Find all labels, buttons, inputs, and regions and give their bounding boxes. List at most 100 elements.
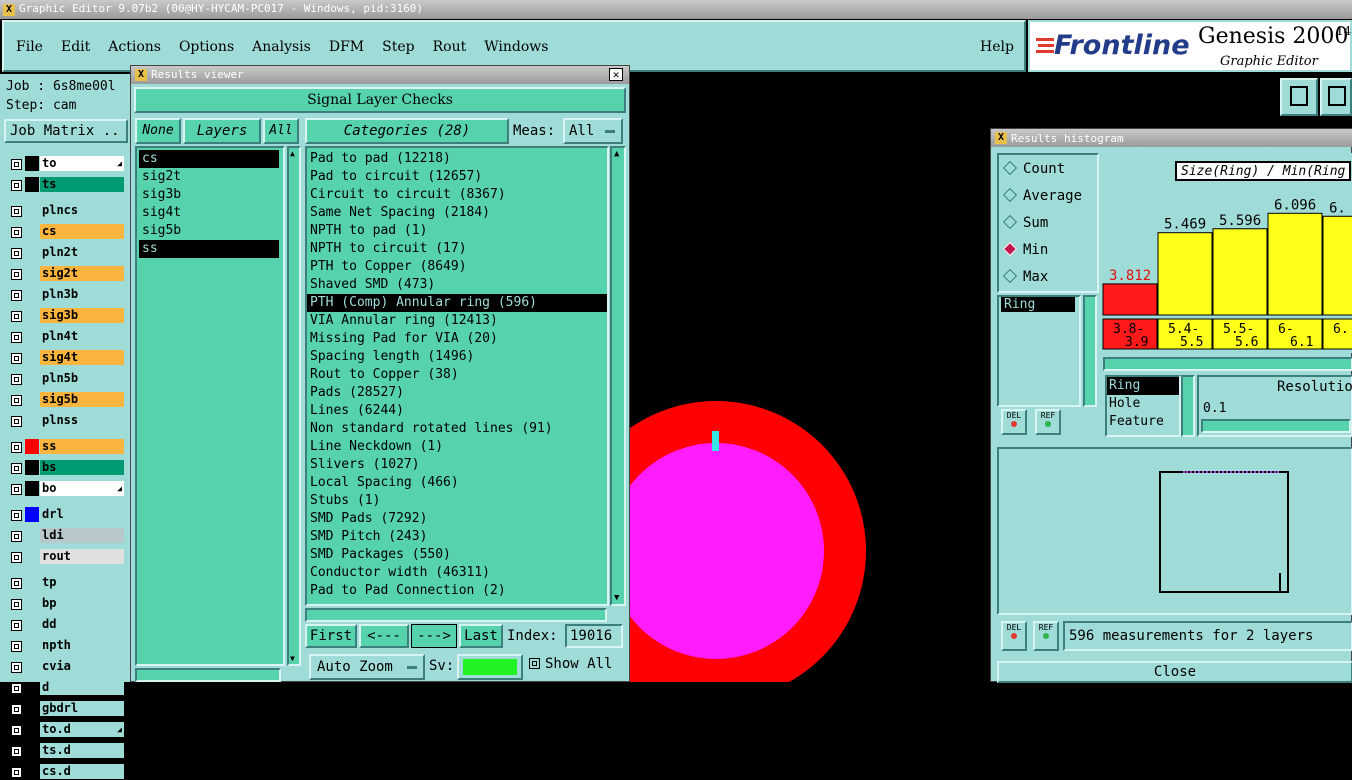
layer-row-ts.d[interactable]: ts.d xyxy=(8,743,124,759)
last-button[interactable]: Last xyxy=(459,624,503,648)
scroll-up-arrow-icon[interactable]: ▲ xyxy=(614,149,619,159)
result-layer-item[interactable]: sig5b xyxy=(139,222,279,240)
menu-step[interactable]: Step xyxy=(382,39,414,55)
layer-list-scrollbar[interactable]: ▲ ▼ xyxy=(287,146,301,666)
layer-checkbox[interactable] xyxy=(11,725,22,736)
layer-color-swatch[interactable] xyxy=(25,439,39,454)
layer-name[interactable]: pln3b xyxy=(40,287,124,302)
menu-rout[interactable]: Rout xyxy=(433,39,467,55)
layer-checkbox[interactable] xyxy=(11,662,22,673)
layer-name[interactable]: to xyxy=(40,156,124,171)
histogram-list-scrollbar[interactable] xyxy=(1083,295,1097,407)
layer-name[interactable]: pln4t xyxy=(40,329,124,344)
scroll-down-arrow-icon[interactable]: ▼ xyxy=(614,593,619,603)
layer-row-pln2t[interactable]: pln2t xyxy=(8,245,124,261)
category-list[interactable]: Pad to pad (12218) Pad to circuit (12657)… xyxy=(305,146,609,606)
histogram-bar[interactable] xyxy=(1322,215,1352,316)
layer-name[interactable]: ss xyxy=(40,439,124,454)
layer-row-plnss[interactable]: plnss xyxy=(8,413,124,429)
field-item[interactable]: Hole xyxy=(1107,395,1179,413)
layer-row-cs.d[interactable]: cs.d xyxy=(8,764,124,780)
layer-row-rout[interactable]: rout xyxy=(8,549,124,565)
layer-name[interactable]: to.d xyxy=(40,722,124,737)
menu-file[interactable]: File xyxy=(16,39,43,55)
categories-button[interactable]: Categories (28) xyxy=(305,118,509,144)
layer-name[interactable]: d xyxy=(40,680,124,695)
histogram-bar[interactable] xyxy=(1212,228,1268,316)
layer-checkbox[interactable] xyxy=(11,227,22,238)
category-item[interactable]: Non standard rotated lines (91) xyxy=(307,420,607,438)
layers-button[interactable]: Layers xyxy=(183,118,261,144)
layer-checkbox[interactable] xyxy=(11,290,22,301)
category-item[interactable]: SMD Packages (550) xyxy=(307,546,607,564)
layer-name[interactable]: npth xyxy=(40,638,124,653)
layer-name[interactable]: plnss xyxy=(40,413,124,428)
layer-row-drl[interactable]: drl xyxy=(8,507,124,523)
menu-actions[interactable]: Actions xyxy=(108,39,161,55)
result-layer-item[interactable]: sig2t xyxy=(139,168,279,186)
layer-checkbox[interactable] xyxy=(11,641,22,652)
meas-select[interactable]: All xyxy=(563,118,623,144)
layer-row-bo[interactable]: bo xyxy=(8,481,124,497)
toolbar-button-b[interactable] xyxy=(1320,78,1352,116)
next-button[interactable]: ---> xyxy=(411,624,457,648)
close-button[interactable]: Close xyxy=(997,661,1352,683)
layer-name[interactable]: tp xyxy=(40,575,124,590)
layer-checkbox[interactable] xyxy=(11,248,22,259)
category-item[interactable]: Pad to Pad Connection (2) xyxy=(307,582,607,600)
category-item[interactable]: Lines (6244) xyxy=(307,402,607,420)
first-button[interactable]: First xyxy=(305,624,357,648)
auto-zoom-select[interactable]: Auto Zoom xyxy=(309,654,425,680)
graphics-canvas[interactable] xyxy=(630,74,990,682)
layer-row-d[interactable]: d xyxy=(8,680,124,696)
stat-option-max[interactable]: Max xyxy=(1002,267,1097,294)
category-item[interactable]: Spacing length (1496) xyxy=(307,348,607,366)
layer-checkbox[interactable] xyxy=(11,704,22,715)
menu-dfm[interactable]: DFM xyxy=(329,39,364,55)
layer-row-sig3b[interactable]: sig3b xyxy=(8,308,124,324)
layer-row-cvia[interactable]: cvia xyxy=(8,659,124,675)
layer-checkbox[interactable] xyxy=(11,442,22,453)
layer-checkbox[interactable] xyxy=(11,599,22,610)
category-item[interactable]: SMD Pitch (243) xyxy=(307,528,607,546)
job-matrix-button[interactable]: Job Matrix .. xyxy=(4,119,128,143)
layer-name[interactable]: cvia xyxy=(40,659,124,674)
category-item[interactable]: VIA Annular ring (12413) xyxy=(307,312,607,330)
layer-checkbox[interactable] xyxy=(11,463,22,474)
del-button[interactable]: DEL xyxy=(1001,409,1027,435)
show-all-checkbox[interactable] xyxy=(529,658,540,669)
layer-row-ldi[interactable]: ldi xyxy=(8,528,124,544)
menu-options[interactable]: Options xyxy=(179,39,234,55)
category-item[interactable]: Conductor width (46311) xyxy=(307,564,607,582)
layer-name[interactable]: bo xyxy=(40,481,124,496)
layer-row-to.d[interactable]: to.d xyxy=(8,722,124,738)
layer-row-gbdrl[interactable]: gbdrl xyxy=(8,701,124,717)
category-item[interactable]: PTH (Comp) Annular ring (596) xyxy=(307,294,607,312)
category-item[interactable]: Stubs (1) xyxy=(307,492,607,510)
layer-color-swatch[interactable] xyxy=(25,507,39,522)
layer-checkbox[interactable] xyxy=(11,353,22,364)
layer-row-bp[interactable]: bp xyxy=(8,596,124,612)
close-icon[interactable]: ✕ xyxy=(609,68,623,81)
layer-name[interactable]: cs xyxy=(40,224,124,239)
stat-option-min[interactable]: Min xyxy=(1002,240,1097,267)
layer-color-swatch[interactable] xyxy=(25,481,39,496)
layer-row-ts[interactable]: ts xyxy=(8,177,124,193)
layer-name[interactable]: dd xyxy=(40,617,124,632)
layer-name[interactable]: bs xyxy=(40,460,124,475)
layer-name[interactable]: ts.d xyxy=(40,743,124,758)
layer-name[interactable]: rout xyxy=(40,549,124,564)
histogram-bar[interactable] xyxy=(1102,283,1158,316)
layer-name[interactable]: pln5b xyxy=(40,371,124,386)
layer-checkbox[interactable] xyxy=(11,683,22,694)
layer-checkbox[interactable] xyxy=(11,510,22,521)
layer-name[interactable]: sig5b xyxy=(40,392,124,407)
layer-row-npth[interactable]: npth xyxy=(8,638,124,654)
radio-diamond-icon[interactable] xyxy=(1002,160,1018,176)
layer-color-swatch[interactable] xyxy=(25,460,39,475)
menu-analysis[interactable]: Analysis xyxy=(252,39,311,55)
category-item[interactable]: NPTH to pad (1) xyxy=(307,222,607,240)
layer-name[interactable]: plncs xyxy=(40,203,124,218)
layer-checkbox[interactable] xyxy=(11,552,22,563)
ref-button[interactable]: REF xyxy=(1035,409,1061,435)
